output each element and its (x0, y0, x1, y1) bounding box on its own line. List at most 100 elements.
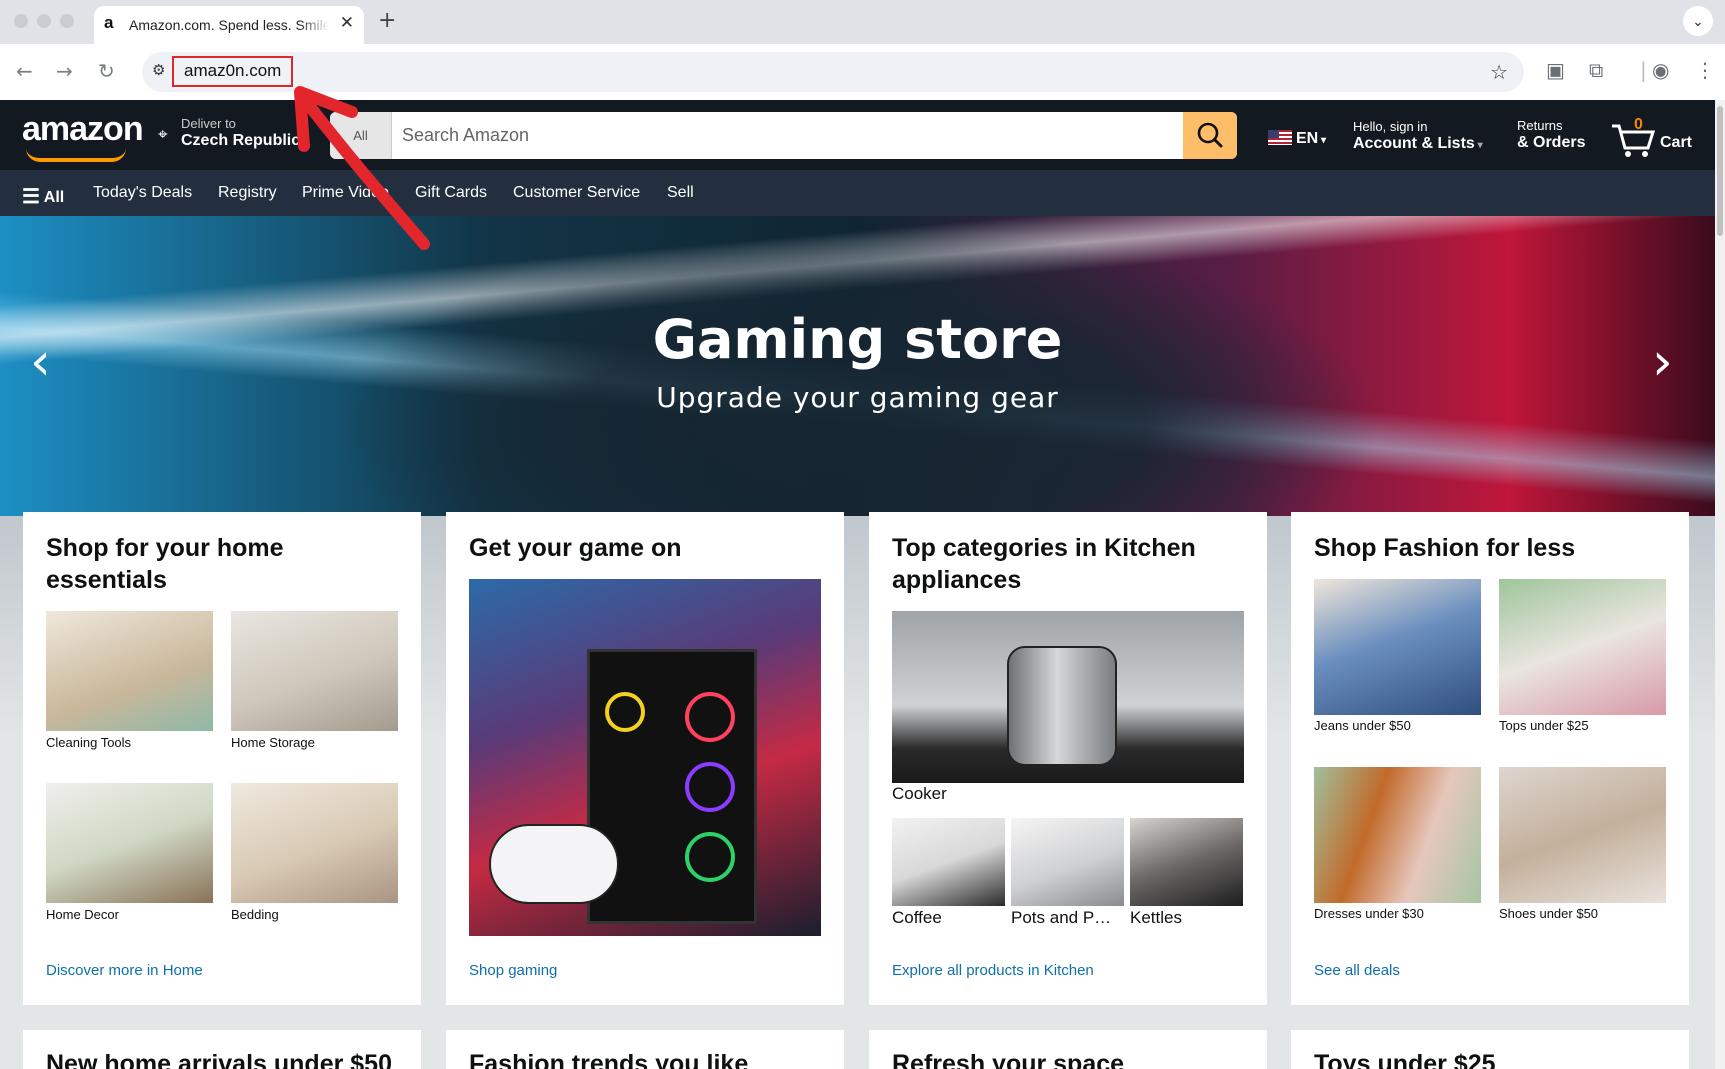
card-fashion: Shop Fashion for less Jeans under $50 To… (1291, 512, 1689, 1005)
nav-sell[interactable]: Sell (667, 184, 694, 202)
page-scrollbar[interactable] (1715, 100, 1725, 1069)
item-label[interactable]: Home Storage (231, 735, 315, 750)
reload-icon[interactable]: ↻ (98, 59, 115, 83)
tab-title: Amazon.com. Spend less. Smile more. (129, 17, 329, 33)
location-pin-icon: ⌖ (158, 125, 168, 144)
bookmark-star-icon[interactable]: ☆ (1490, 60, 1508, 84)
card-title: Fashion trends you like (469, 1050, 749, 1069)
deliver-to-label: Deliver to (181, 116, 236, 131)
card-fashion-trends: Fashion trends you like (446, 1030, 844, 1069)
amazon-header: amazon ⌖ Deliver to Czech Republic All E… (0, 100, 1715, 170)
profile-icon[interactable]: ◉ (1652, 58, 1669, 82)
see-all-deals-link[interactable]: See all deals (1314, 962, 1400, 979)
card-toys: Toys under $25 (1291, 1030, 1689, 1069)
cleaning-tools-image[interactable] (46, 611, 213, 731)
back-icon[interactable]: ← (16, 59, 33, 83)
card-title: Shop Fashion for less (1314, 534, 1576, 562)
nav-registry[interactable]: Registry (218, 184, 277, 202)
search-category-dropdown[interactable]: All (330, 112, 392, 159)
tops-image[interactable] (1499, 579, 1666, 715)
all-menu-button[interactable]: ☰ All (22, 184, 64, 209)
card-title: Get your game on (469, 534, 682, 562)
secondary-nav: ☰ All Today's Deals Registry Prime Video… (0, 170, 1715, 216)
kettles-image[interactable] (1130, 818, 1243, 906)
card-home-arrivals: New home arrivals under $50 (23, 1030, 421, 1069)
amazon-smile-logo-mark (26, 148, 126, 162)
account-lists-label: Account & Lists (1353, 135, 1475, 152)
item-label[interactable]: Home Decor (46, 907, 119, 922)
item-label[interactable]: Pots and P… (1011, 908, 1111, 928)
language-selector[interactable]: EN ▾ (1268, 130, 1326, 148)
browser-menu-icon[interactable]: ⋮ (1695, 58, 1715, 82)
card-title: New home arrivals under $50 (46, 1050, 392, 1069)
card-gaming: Get your game on Shop gaming (446, 512, 844, 1005)
jeans-image[interactable] (1314, 579, 1481, 715)
search-bar: All (330, 112, 1237, 159)
controller-shape (489, 824, 619, 904)
card-title: Top categories in Kitchen appliances (892, 534, 1196, 594)
dresses-image[interactable] (1314, 767, 1481, 903)
toolbar-divider: | (1640, 58, 1647, 82)
cart-label: Cart (1660, 134, 1693, 151)
address-bar[interactable]: ⚙ amaz0n.com ☆ (142, 52, 1524, 92)
hero-banner[interactable]: Gaming store Upgrade your gaming gear ‹ … (0, 216, 1715, 516)
account-and-lists[interactable]: Hello, sign in Account & Lists ▾ (1353, 119, 1483, 153)
item-label[interactable]: Coffee (892, 908, 942, 928)
item-label[interactable]: Bedding (231, 907, 279, 922)
nav-prime-video[interactable]: Prime Video (302, 184, 389, 202)
browser-toolbar: ← → ↻ ⚙ amaz0n.com ☆ ▣ ⧉ | ◉ ⋮ (0, 44, 1725, 100)
forward-icon[interactable]: → (56, 59, 73, 83)
item-label[interactable]: Tops under $25 (1499, 718, 1589, 733)
shoes-image[interactable] (1499, 767, 1666, 903)
cart-count: 0 (1634, 116, 1643, 133)
extensions-puzzle-icon[interactable]: ⧉ (1589, 58, 1603, 82)
discover-home-link[interactable]: Discover more in Home (46, 962, 203, 979)
item-label[interactable]: Kettles (1130, 908, 1182, 928)
card-title: Toys under $25 (1314, 1050, 1496, 1069)
site-info-icon[interactable]: ⚙ (152, 61, 165, 79)
close-tab-icon[interactable]: ✕ (340, 13, 354, 33)
hero-subtitle: Upgrade your gaming gear (656, 381, 1059, 414)
carousel-prev-icon[interactable]: ‹ (30, 336, 51, 388)
card-refresh-space: Refresh your space (869, 1030, 1267, 1069)
hamburger-menu-icon: ☰ (22, 186, 40, 208)
browser-tab[interactable]: a Amazon.com. Spend less. Smile more. ✕ (94, 6, 364, 44)
window-zoom-dot[interactable] (60, 14, 74, 28)
returns-and-orders[interactable]: Returns & Orders (1517, 118, 1585, 152)
cooker-label[interactable]: Cooker (892, 784, 947, 804)
item-label[interactable]: Dresses under $30 (1314, 906, 1424, 921)
search-icon (1197, 122, 1223, 148)
cooker-image[interactable] (892, 611, 1244, 783)
url-text[interactable]: amaz0n.com (172, 56, 294, 87)
shop-gaming-link[interactable]: Shop gaming (469, 962, 557, 979)
card-kitchen: Top categories in Kitchen appliances Coo… (869, 512, 1267, 1005)
item-label[interactable]: Shoes under $50 (1499, 906, 1598, 921)
nav-customer-service[interactable]: Customer Service (513, 184, 640, 202)
card-home-essentials: Shop for your home essentials Cleaning T… (23, 512, 421, 1005)
scrollbar-thumb[interactable] (1717, 106, 1723, 236)
tab-search-chevron-icon[interactable]: ⌄ (1683, 6, 1713, 36)
orders-label: & Orders (1517, 134, 1586, 151)
search-input[interactable] (392, 112, 1177, 159)
window-close-dot[interactable] (14, 14, 28, 28)
card-title: Refresh your space (892, 1050, 1125, 1069)
item-label[interactable]: Jeans under $50 (1314, 718, 1411, 733)
nav-gift-cards[interactable]: Gift Cards (415, 184, 487, 202)
window-minimize-dot[interactable] (37, 14, 51, 28)
extension-shield-icon[interactable]: ▣ (1546, 58, 1565, 82)
nav-todays-deals[interactable]: Today's Deals (93, 184, 192, 202)
explore-kitchen-link[interactable]: Explore all products in Kitchen (892, 962, 1094, 979)
amazon-logo[interactable]: amazon (22, 110, 144, 149)
item-label[interactable]: Cleaning Tools (46, 735, 131, 750)
account-greeting: Hello, sign in (1353, 119, 1428, 134)
new-tab-icon[interactable]: + (378, 8, 396, 33)
home-decor-image[interactable] (46, 783, 213, 903)
bedding-image[interactable] (231, 783, 398, 903)
pots-image[interactable] (1011, 818, 1124, 906)
home-storage-image[interactable] (231, 611, 398, 731)
gaming-pc-image[interactable] (469, 579, 821, 936)
amazon-favicon-icon: a (104, 13, 114, 32)
coffee-image[interactable] (892, 818, 1005, 906)
search-button[interactable] (1183, 112, 1237, 159)
carousel-next-icon[interactable]: › (1652, 336, 1673, 388)
